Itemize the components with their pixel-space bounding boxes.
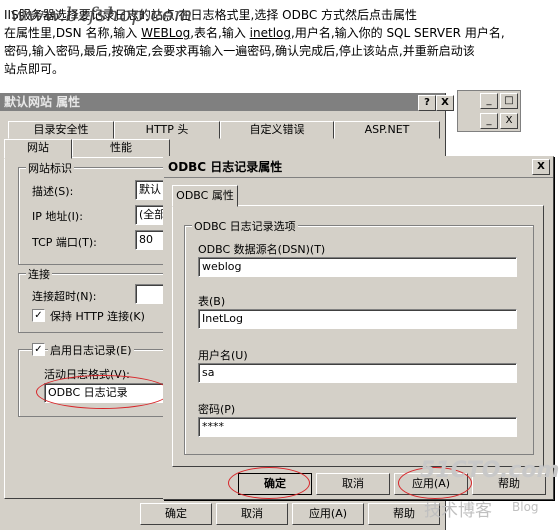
odbc-dialog-titlebar: ODBC 日志记录属性 X <box>164 157 553 178</box>
dsn-label: ODBC 数据源名(DSN)(T) <box>198 243 326 256</box>
intro-line-4: 站点即可。 <box>4 62 65 76</box>
password-input[interactable]: **** <box>198 417 517 437</box>
watermark-51cto: 51CTO.com <box>420 458 560 483</box>
minimize-button[interactable]: _ <box>480 93 498 109</box>
site-properties-titlebar: 默认网站 属性 ? X <box>0 93 454 111</box>
tcp-port-label: TCP 端口(T): <box>32 236 97 249</box>
tab-performance[interactable]: 性能 <box>72 139 170 157</box>
cancel-button[interactable]: 取消 <box>316 473 390 495</box>
watermark-blog-en: Blog <box>512 500 539 514</box>
intro-line-3: 密码,输入密码,最后,按确定,会要求再输入一遍密码,确认完成后,停止该站点,并重… <box>4 44 475 58</box>
tab-odbc-properties[interactable]: ODBC 属性 <box>172 185 238 207</box>
enable-logging-label: 启用日志记录(E) <box>48 342 134 358</box>
ok-button-bg[interactable]: 确定 <box>140 503 212 525</box>
intro-line-2: 在属性里,DSN 名称,输入 WEBLog,表名,输入 inetlog,用户名,… <box>4 26 505 40</box>
table-label: 表(B) <box>198 295 226 308</box>
enable-logging-checkbox[interactable]: ✓ <box>32 343 45 356</box>
tab-custom-errors[interactable]: 自定义错误 <box>220 121 334 139</box>
tab-aspnet[interactable]: ASP.NET <box>334 121 440 139</box>
tab-http-headers[interactable]: HTTP 头 <box>114 121 220 139</box>
maximize-button[interactable]: □ <box>500 93 518 109</box>
timeout-label: 连接超时(N): <box>32 290 97 303</box>
password-label: 密码(P) <box>198 403 236 416</box>
desc-label: 描述(S): <box>32 185 74 198</box>
close-button[interactable]: X <box>436 95 454 111</box>
keepalive-label: 保持 HTTP 连接(K) <box>50 310 145 323</box>
help-button[interactable]: ? <box>418 95 436 111</box>
window-title: 默认网站 属性 <box>4 95 81 109</box>
odbc-dialog-title: ODBC 日志记录属性 <box>168 160 283 174</box>
watermark-blog-cn: 技术博客 <box>424 501 492 521</box>
odbc-close-button[interactable]: X <box>532 159 550 175</box>
ip-label: IP 地址(I): <box>32 210 83 223</box>
tab-website[interactable]: 网站 <box>4 139 72 159</box>
odbc-logging-dialog: ODBC 日志记录属性 X ODBC 属性 ODBC 日志记录选项 ODBC 数… <box>163 156 554 500</box>
annotation-ellipse-ok <box>228 467 310 499</box>
annotation-ellipse-format <box>36 375 170 409</box>
minimize-button-2[interactable]: _ <box>480 113 498 129</box>
keepalive-checkbox[interactable]: ✓ <box>32 309 45 322</box>
odbc-options-label: ODBC 日志记录选项 <box>192 218 298 234</box>
cancel-button-bg[interactable]: 取消 <box>216 503 288 525</box>
connection-label: 连接 <box>26 266 52 282</box>
tab-directory-security[interactable]: 目录安全性 <box>8 121 114 139</box>
username-label: 用户名(U) <box>198 349 248 362</box>
watermark-top: www.bzfshop.com <box>10 2 193 26</box>
apply-button-bg[interactable]: 应用(A) <box>292 503 364 525</box>
site-id-label: 网站标识 <box>26 160 74 176</box>
close-button-right[interactable]: X <box>500 113 518 129</box>
table-input[interactable]: InetLog <box>198 309 517 329</box>
dsn-input[interactable]: weblog <box>198 257 517 277</box>
username-input[interactable]: sa <box>198 363 517 383</box>
right-window: _ □ _ X <box>457 90 521 132</box>
